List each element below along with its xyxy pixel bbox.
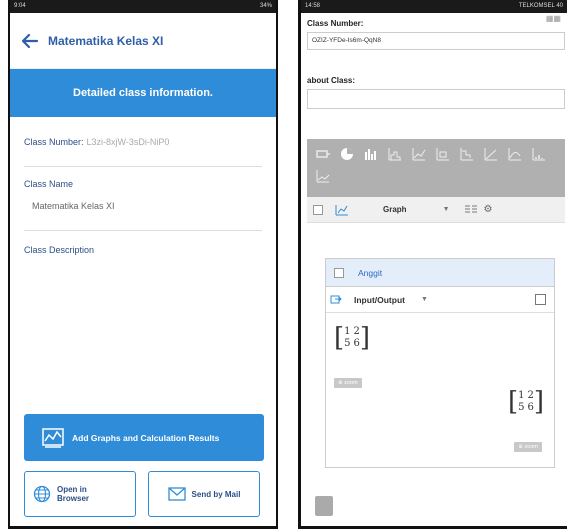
back-arrow-icon[interactable] xyxy=(20,31,40,51)
matrix-cell: 5 xyxy=(518,402,525,413)
status-battery: 34% xyxy=(259,3,272,9)
status-bar: 9:04 34% xyxy=(10,0,276,13)
object-row: Anggit xyxy=(326,259,554,287)
trash-icon[interactable] xyxy=(315,496,333,516)
line-plot-icon[interactable] xyxy=(407,143,431,165)
open-browser-line1: Open in xyxy=(57,485,87,494)
class-number-field: Class Number: L3zi-8xjW-3sDi-NiP0 xyxy=(10,117,276,167)
class-name-label: Class Name xyxy=(24,179,74,189)
io-chevron-down-icon[interactable]: ▼ xyxy=(421,296,428,303)
class-number-label-right: Class Number: xyxy=(307,19,364,28)
zoom-label: zoom xyxy=(524,444,538,450)
move-tool-icon[interactable] xyxy=(311,143,335,165)
matrix-output: [ 1 2 5 6 ] xyxy=(507,387,544,417)
io-row: Input/Output ▼ xyxy=(326,287,554,313)
graph-checkbox[interactable] xyxy=(313,204,323,215)
matrix-cell: 5 xyxy=(344,338,351,349)
curve-plot-icon[interactable] xyxy=(503,143,527,165)
right-phone-screen: 14:58 TELKOMSEL 40 ▦▦ Class Number: OZIZ… xyxy=(298,0,567,529)
expand-icon[interactable] xyxy=(535,294,546,305)
dot-plot-icon[interactable] xyxy=(527,143,551,165)
class-number-input[interactable]: OZIZ-YFDe-Is6m-QqN8 xyxy=(307,32,565,50)
graph-icon xyxy=(42,427,64,448)
open-browser-line2: Browser xyxy=(57,494,90,503)
io-label: Input/Output xyxy=(354,294,405,305)
zoom-button-2[interactable]: ⊕ zoom xyxy=(514,435,542,453)
area-plot-icon[interactable] xyxy=(311,165,335,187)
matrix-cell: 1 xyxy=(344,326,351,337)
keyboard-icon[interactable]: ▦▦ xyxy=(546,14,561,23)
bar-chart-icon[interactable] xyxy=(359,143,383,165)
app-bar: Matematika Kelas XI xyxy=(10,13,276,69)
object-name: Anggit xyxy=(358,267,383,278)
object-checkbox[interactable] xyxy=(334,267,344,278)
class-number-value: L3zi-8xjW-3sDi-NiP0 xyxy=(86,136,170,147)
zoom-label: zoom xyxy=(344,380,358,386)
list-settings-icon[interactable] xyxy=(464,205,478,215)
status-bar-right: 14:58 TELKOMSEL 40 xyxy=(301,0,567,13)
graph-header-bar: Graph ▼ ⚙ xyxy=(307,197,565,223)
class-name-value: Matematika Kelas XI xyxy=(32,201,115,211)
class-description-field: Class Description xyxy=(10,231,276,255)
add-graphs-button[interactable]: Add Graphs and Calculation Results xyxy=(24,414,264,461)
page-title: Matematika Kelas XI xyxy=(48,33,164,48)
open-in-browser-button[interactable]: Open in Browser xyxy=(24,471,136,517)
zoom-button-1[interactable]: ⊕ zoom xyxy=(334,371,362,389)
class-name-field: Class Name Matematika Kelas XI xyxy=(10,167,276,231)
mail-icon xyxy=(167,487,186,501)
class-number-label: Class Number: xyxy=(24,136,84,147)
regression-icon[interactable] xyxy=(479,143,503,165)
status-time: 9:04 xyxy=(14,3,26,9)
graph-type-icon xyxy=(335,204,348,215)
step-plot-icon[interactable] xyxy=(455,143,479,165)
matrix-input: [ 1 2 5 6 ] xyxy=(334,323,371,353)
status-time-right: 14:58 xyxy=(305,3,321,9)
status-carrier: TELKOMSEL 40 xyxy=(518,3,563,9)
send-mail-label: Send by Mail xyxy=(191,489,241,499)
globe-icon xyxy=(33,485,51,503)
output-panel: Anggit Input/Output ▼ [ 1 2 5 6 ] ⊕ zoom xyxy=(325,258,555,468)
box-plot-icon[interactable] xyxy=(431,143,455,165)
pie-chart-icon[interactable] xyxy=(335,143,359,165)
info-banner: Detailed class information. xyxy=(10,69,276,117)
gear-icon[interactable]: ⚙ xyxy=(484,204,493,215)
add-graphs-label: Add Graphs and Calculation Results xyxy=(72,432,220,443)
about-class-input[interactable] xyxy=(307,89,565,109)
graph-toolbar xyxy=(307,139,565,197)
send-by-mail-button[interactable]: Send by Mail xyxy=(148,471,260,517)
input-output-icon xyxy=(330,295,342,304)
histogram-icon[interactable] xyxy=(383,143,407,165)
graph-label: Graph xyxy=(383,205,407,214)
left-phone-screen: 9:04 34% Matematika Kelas XI Detailed cl… xyxy=(8,0,278,529)
chevron-down-icon[interactable]: ▼ xyxy=(443,206,450,213)
matrix-cell: 1 xyxy=(518,390,525,401)
class-description-label: Class Description xyxy=(24,245,95,255)
about-class-label: about Class: xyxy=(307,76,356,85)
